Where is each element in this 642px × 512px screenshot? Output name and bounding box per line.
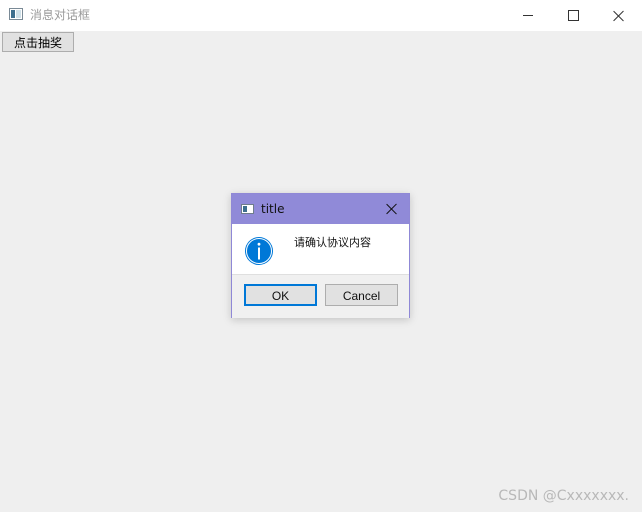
maximize-icon	[567, 10, 579, 21]
close-button[interactable]	[596, 0, 642, 31]
dialog-message: 请确认协议内容	[294, 236, 371, 249]
watermark-text: CSDN @Cxxxxxxx.	[498, 488, 629, 504]
close-icon	[613, 10, 625, 22]
dialog-title: title	[261, 202, 285, 216]
window-title: 消息对话框	[30, 8, 91, 22]
app-window-icon	[9, 8, 23, 20]
info-icon	[245, 237, 273, 265]
cancel-button[interactable]: Cancel	[325, 284, 398, 306]
dialog-body: 请确认协议内容	[232, 224, 409, 274]
lottery-button[interactable]: 点击抽奖	[2, 32, 74, 52]
main-window: 消息对话框 点击抽奖 title 请确认协议内容 OK Cancel CSDN …	[0, 0, 642, 512]
minimize-button[interactable]	[505, 0, 551, 31]
ok-button[interactable]: OK	[244, 284, 317, 306]
dialog-footer: OK Cancel	[232, 274, 409, 318]
minimize-icon	[523, 15, 533, 16]
dialog-titlebar[interactable]: title	[232, 194, 409, 224]
dialog-window-icon	[241, 204, 254, 214]
message-dialog: title 请确认协议内容 OK Cancel	[231, 193, 410, 318]
main-titlebar[interactable]: 消息对话框	[0, 0, 642, 31]
dialog-close-icon[interactable]	[384, 201, 400, 217]
maximize-button[interactable]	[550, 0, 596, 31]
